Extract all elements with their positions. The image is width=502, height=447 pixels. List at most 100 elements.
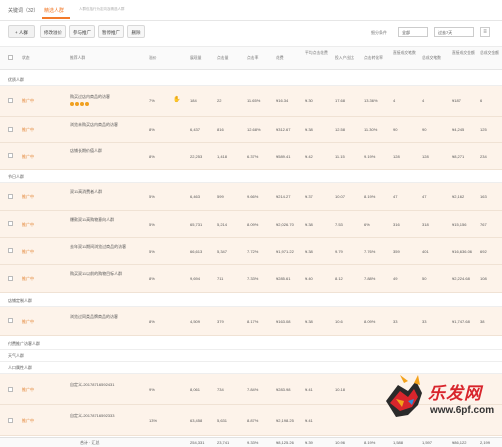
premium-value[interactable]: 5% [149, 194, 155, 199]
roi: 17.68 [335, 98, 346, 103]
cost: ¥312.67 [276, 127, 291, 132]
col-roi[interactable]: 投入产出比 [335, 56, 354, 61]
status-badge[interactable]: 推广中 [22, 249, 34, 255]
total-amount: 125 [480, 127, 487, 132]
ctr: 7.33% [247, 276, 259, 281]
total-amount: 767 [480, 222, 487, 227]
col-premium[interactable]: 溢价 [149, 56, 157, 61]
premium-value[interactable]: 9% [149, 387, 155, 392]
cvr: 8.09% [364, 319, 376, 324]
col-cost[interactable]: 花费 [276, 56, 284, 61]
total-amount: 692 [480, 249, 487, 254]
group-header: 优质人群 [0, 74, 502, 86]
row-checkbox[interactable] [8, 387, 13, 392]
cpc: ¥.38 [305, 127, 313, 132]
cpc: ¥.42 [305, 154, 313, 159]
cvr: 13.36% [364, 98, 378, 103]
brand-name: 乐发网 [428, 384, 482, 404]
direct-orders: 128 [393, 154, 400, 159]
status-badge[interactable]: 推广中 [22, 418, 34, 424]
summary-total-orders: 1,597 [422, 440, 433, 445]
col-direct-amount[interactable]: 直接成交金额 [452, 51, 476, 56]
add-audience-button[interactable]: + 人群 [8, 25, 35, 38]
premium-value[interactable]: 8% [149, 319, 155, 324]
direct-orders: 47 [393, 194, 398, 199]
cpc: ¥.38 [305, 319, 313, 324]
filter-select-value: 全部 [402, 30, 410, 35]
pause-button[interactable]: 暂停推广 [98, 25, 124, 38]
row-checkbox[interactable] [8, 194, 13, 199]
select-all-checkbox[interactable] [8, 55, 13, 60]
status-badge[interactable]: 推广中 [22, 127, 34, 133]
active-tab-indicator [42, 17, 70, 19]
total-amount: 38 [480, 319, 485, 324]
group-header: 天气人群 [0, 350, 502, 362]
row-checkbox[interactable] [8, 276, 13, 281]
cost: ¥285.61 [276, 276, 291, 281]
direct-orders: 359 [393, 249, 400, 254]
row-checkbox[interactable] [8, 98, 13, 103]
row-checkbox[interactable] [8, 221, 13, 226]
resume-button[interactable]: 参与推广 [69, 25, 95, 38]
col-ctr[interactable]: 点击率 [247, 56, 258, 61]
premium-value[interactable]: 5% [149, 249, 155, 254]
tab-keywords[interactable]: 关键词（32） [8, 7, 39, 14]
col-cpc[interactable]: 平均点击花费 [305, 51, 329, 56]
row-checkbox[interactable] [8, 418, 13, 423]
row-checkbox[interactable] [8, 153, 13, 158]
direct-amount: ¥2,224.68 [452, 276, 470, 281]
filter-select[interactable]: 全部 [398, 27, 428, 37]
edit-premium-button[interactable]: 修改溢价 [40, 25, 66, 38]
date-select[interactable]: 过去7天 [434, 27, 474, 37]
impressions: 4,509 [190, 319, 201, 324]
roi: 7.53 [335, 222, 343, 227]
premium-value[interactable]: 7% [149, 98, 155, 103]
col-total-orders[interactable]: 总成交笔数 [422, 56, 441, 61]
col-direct-orders[interactable]: 直接成交笔数 [393, 51, 417, 56]
direct-amount: ¥16,636.06 [452, 249, 473, 254]
total-orders: 50 [422, 276, 427, 281]
impressions: 8,061 [190, 387, 201, 392]
status-badge[interactable]: 推广中 [22, 154, 34, 160]
cost: ¥16.34 [276, 98, 289, 103]
col-impressions[interactable]: 展现量 [190, 56, 201, 61]
total-orders: 128 [422, 154, 429, 159]
status-badge[interactable]: 推广中 [22, 222, 34, 228]
table-row: 推广中 双11高消费者人群 5% 6,463 599 9.66% ¥214.27… [0, 183, 502, 211]
delete-button[interactable]: 删除 [127, 25, 145, 38]
summary-label: 合计 · 汇总 [80, 440, 100, 445]
row-checkbox[interactable] [8, 318, 13, 323]
audience-name: 自定义-20178716592333 [70, 413, 115, 418]
ctr: 8.87% [247, 418, 259, 423]
ctr: 6.37% [247, 154, 259, 159]
col-total-amount[interactable]: 总成交金额 [480, 51, 500, 56]
col-clicks[interactable]: 点击量 [217, 56, 228, 61]
status-badge[interactable]: 推广中 [22, 387, 34, 393]
premium-value[interactable]: 8% [149, 154, 155, 159]
clicks: 599 [217, 194, 224, 199]
premium-value[interactable]: 8% [149, 127, 155, 132]
summary-cpc: ¥.39 [305, 440, 313, 445]
premium-value[interactable]: 8% [149, 276, 155, 281]
status-badge[interactable]: 推广中 [22, 194, 34, 200]
premium-value[interactable]: 5% [149, 222, 155, 227]
status-badge[interactable]: 推广中 [22, 98, 34, 104]
audience-name: 爆款双11高购物意向人群 [70, 217, 115, 222]
col-cvr[interactable]: 点击转化率 [364, 56, 383, 61]
summary-impressions: 254,331 [190, 440, 205, 445]
cpc: ¥.38 [305, 249, 313, 254]
status-badge[interactable]: 推广中 [22, 276, 34, 282]
status-badge[interactable]: 推广中 [22, 319, 34, 325]
audience-name: 浏览过同类品牌商品的访客 [70, 314, 118, 319]
premium-value[interactable]: 13% [149, 418, 157, 423]
row-checkbox[interactable] [8, 127, 13, 132]
audience-name: 去年双11期间浏览过商品的访客 [70, 244, 127, 249]
group-label: 人口属性人群 [8, 365, 32, 370]
row-checkbox[interactable] [8, 248, 13, 253]
columns-icon[interactable]: ≡ [480, 27, 490, 37]
ctr: 8.09% [247, 222, 259, 227]
tab-audience[interactable]: 精选人群 [44, 7, 64, 14]
audience-name: 店铺长期价值人群 [70, 148, 102, 153]
roi: 10.07 [335, 194, 346, 199]
cost: ¥589.41 [276, 154, 291, 159]
